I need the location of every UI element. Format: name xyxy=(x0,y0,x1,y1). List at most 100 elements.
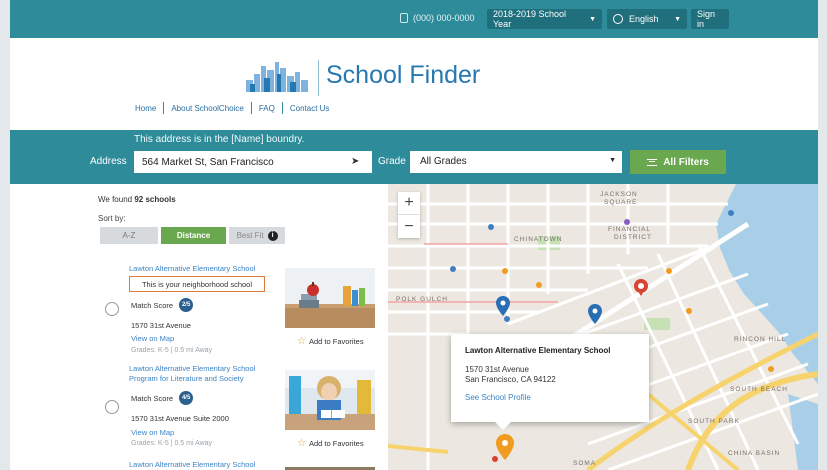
locate-arrow-icon[interactable]: ➤ xyxy=(351,156,359,167)
info-icon[interactable]: i xyxy=(267,230,278,241)
poi-marker[interactable] xyxy=(666,268,672,274)
sort-best-fit-label: Best Fit xyxy=(236,231,264,240)
classroom-apple-image xyxy=(285,268,375,328)
search-band: This address is in the [Name] boundry. A… xyxy=(10,130,818,184)
match-score-label: Match Score xyxy=(131,393,174,403)
language-dropdown[interactable]: English ▼ xyxy=(607,9,687,29)
grade-value: All Grades xyxy=(420,156,467,167)
filter-icon xyxy=(647,158,658,166)
match-score: Match Score 2/5 xyxy=(131,298,194,312)
school-meta: Grades: K-5 | 0.5 mi Away xyxy=(131,440,213,447)
match-score-value: 2/5 xyxy=(179,298,194,312)
popup-address-line2: San Francisco, CA 94122 xyxy=(465,375,556,384)
poi-marker[interactable] xyxy=(728,210,734,216)
school-photo[interactable] xyxy=(285,370,375,430)
zoom-in-button[interactable]: + xyxy=(398,192,420,215)
add-to-favorites-label: Add to Favorites xyxy=(308,337,364,346)
map-canvas[interactable] xyxy=(388,184,818,470)
see-school-profile-link[interactable]: See School Profile xyxy=(465,393,635,402)
map-label-china-basin: CHINA BASIN xyxy=(728,450,781,457)
selected-school-pin-icon[interactable] xyxy=(496,434,514,460)
map-popup: Lawton Alternative Elementary School 157… xyxy=(451,334,649,430)
all-filters-label: All Filters xyxy=(663,156,709,168)
view-on-map-link[interactable]: View on Map xyxy=(131,334,174,343)
nav-faq[interactable]: FAQ xyxy=(252,104,282,113)
popup-title: Lawton Alternative Elementary School xyxy=(465,346,611,355)
chevron-down-icon: ▼ xyxy=(589,15,596,23)
sort-label: Sort by: xyxy=(98,214,126,223)
school-select-radio[interactable] xyxy=(105,400,119,414)
poi-marker[interactable] xyxy=(488,224,494,230)
globe-icon xyxy=(613,14,623,24)
child-reading-image xyxy=(285,370,375,430)
map-label-chinatown: CHINATOWN xyxy=(514,236,563,243)
school-pin-icon[interactable] xyxy=(496,296,510,316)
zoom-control: + − xyxy=(398,192,420,238)
sort-distance-button[interactable]: Distance xyxy=(161,227,226,244)
app-window: (000) 000-0000 2018-2019 School Year ▼ E… xyxy=(10,0,818,470)
school-name-link[interactable]: Lawton Alternative Elementary School xyxy=(129,460,269,470)
site-header: School Finder Home About SchoolChoice FA… xyxy=(10,38,818,130)
map-label-jackson-square-2: SQUARE xyxy=(604,199,638,206)
logo-divider xyxy=(318,60,319,96)
results-count-value: 92 schools xyxy=(134,195,176,204)
zoom-out-button[interactable]: − xyxy=(398,215,420,238)
all-filters-button[interactable]: All Filters xyxy=(630,150,726,174)
nav-home[interactable]: Home xyxy=(128,104,163,113)
match-score-label: Match Score xyxy=(131,300,174,310)
poi-marker[interactable] xyxy=(768,366,774,372)
school-photo[interactable] xyxy=(285,268,375,328)
school-year-label: 2018-2019 School Year xyxy=(493,9,567,29)
logo-title[interactable]: School Finder xyxy=(326,61,480,90)
top-bar: (000) 000-0000 2018-2019 School Year ▼ E… xyxy=(10,0,818,38)
poi-marker[interactable] xyxy=(624,219,630,225)
map-label-soma: SOMA xyxy=(573,460,597,467)
grade-select[interactable]: All Grades ▼ xyxy=(410,151,622,173)
nav-contact[interactable]: Contact Us xyxy=(283,104,337,113)
sign-in-button[interactable]: Sign in xyxy=(691,9,729,29)
grade-label: Grade xyxy=(378,156,406,167)
phone-text: (000) 000-0000 xyxy=(413,13,475,23)
sort-az-button[interactable]: A-Z xyxy=(100,227,158,244)
phone-number[interactable]: (000) 000-0000 xyxy=(400,13,475,23)
map-label-district: DISTRICT xyxy=(614,234,652,241)
poi-marker[interactable] xyxy=(504,316,510,322)
map-label-rincon-hill: RINCON HILL xyxy=(734,336,787,343)
view-on-map-link[interactable]: View on Map xyxy=(131,428,174,437)
poi-marker[interactable] xyxy=(536,282,542,288)
school-name-link[interactable]: Lawton Alternative Elementary School Pro… xyxy=(129,364,269,384)
school-address: 1570 31st Avenue xyxy=(131,321,191,330)
city-skyline-icon xyxy=(246,62,308,92)
sort-best-fit-button[interactable]: Best Fit i xyxy=(229,227,285,244)
school-pin-icon[interactable] xyxy=(588,304,602,324)
school-name-link[interactable]: Lawton Alternative Elementary School xyxy=(129,264,269,274)
results-count-prefix: We found xyxy=(98,195,135,204)
poi-marker[interactable] xyxy=(450,266,456,272)
match-score: Match Score 4/5 xyxy=(131,391,194,405)
results-panel: We found 92 schools Sort by: A-Z Distanc… xyxy=(10,184,388,470)
map-label-financial: FINANCIAL xyxy=(608,226,651,233)
school-photo[interactable] xyxy=(285,464,375,470)
current-location-pin-icon[interactable] xyxy=(633,278,649,296)
match-score-value: 4/5 xyxy=(179,391,194,405)
phone-icon xyxy=(400,13,408,23)
address-label: Address xyxy=(90,156,127,167)
poi-marker[interactable] xyxy=(686,308,692,314)
nav-about[interactable]: About SchoolChoice xyxy=(164,104,251,113)
poi-marker[interactable] xyxy=(502,268,508,274)
add-to-favorites[interactable]: ☆ Add to Favorites xyxy=(297,336,364,347)
star-icon: ☆ xyxy=(297,438,306,449)
star-icon: ☆ xyxy=(297,336,306,347)
school-select-radio[interactable] xyxy=(105,302,119,316)
main-nav: Home About SchoolChoice FAQ Contact Us xyxy=(128,102,336,114)
boundary-note: This address is in the [Name] boundry. xyxy=(134,134,305,145)
map-label-jackson-square: JACKSON xyxy=(600,191,638,198)
chevron-down-icon: ▼ xyxy=(674,15,681,23)
address-input[interactable] xyxy=(134,151,372,173)
map-label-south-park: SOUTH PARK xyxy=(688,418,740,425)
school-year-dropdown[interactable]: 2018-2019 School Year ▼ xyxy=(487,9,602,29)
results-count: We found 92 schools xyxy=(98,195,176,204)
map-panel[interactable]: JACKSON SQUARE FINANCIAL DISTRICT CHINAT… xyxy=(388,184,818,470)
add-to-favorites[interactable]: ☆ Add to Favorites xyxy=(297,438,364,449)
popup-address-line1: 1570 31st Avenue xyxy=(465,365,529,374)
